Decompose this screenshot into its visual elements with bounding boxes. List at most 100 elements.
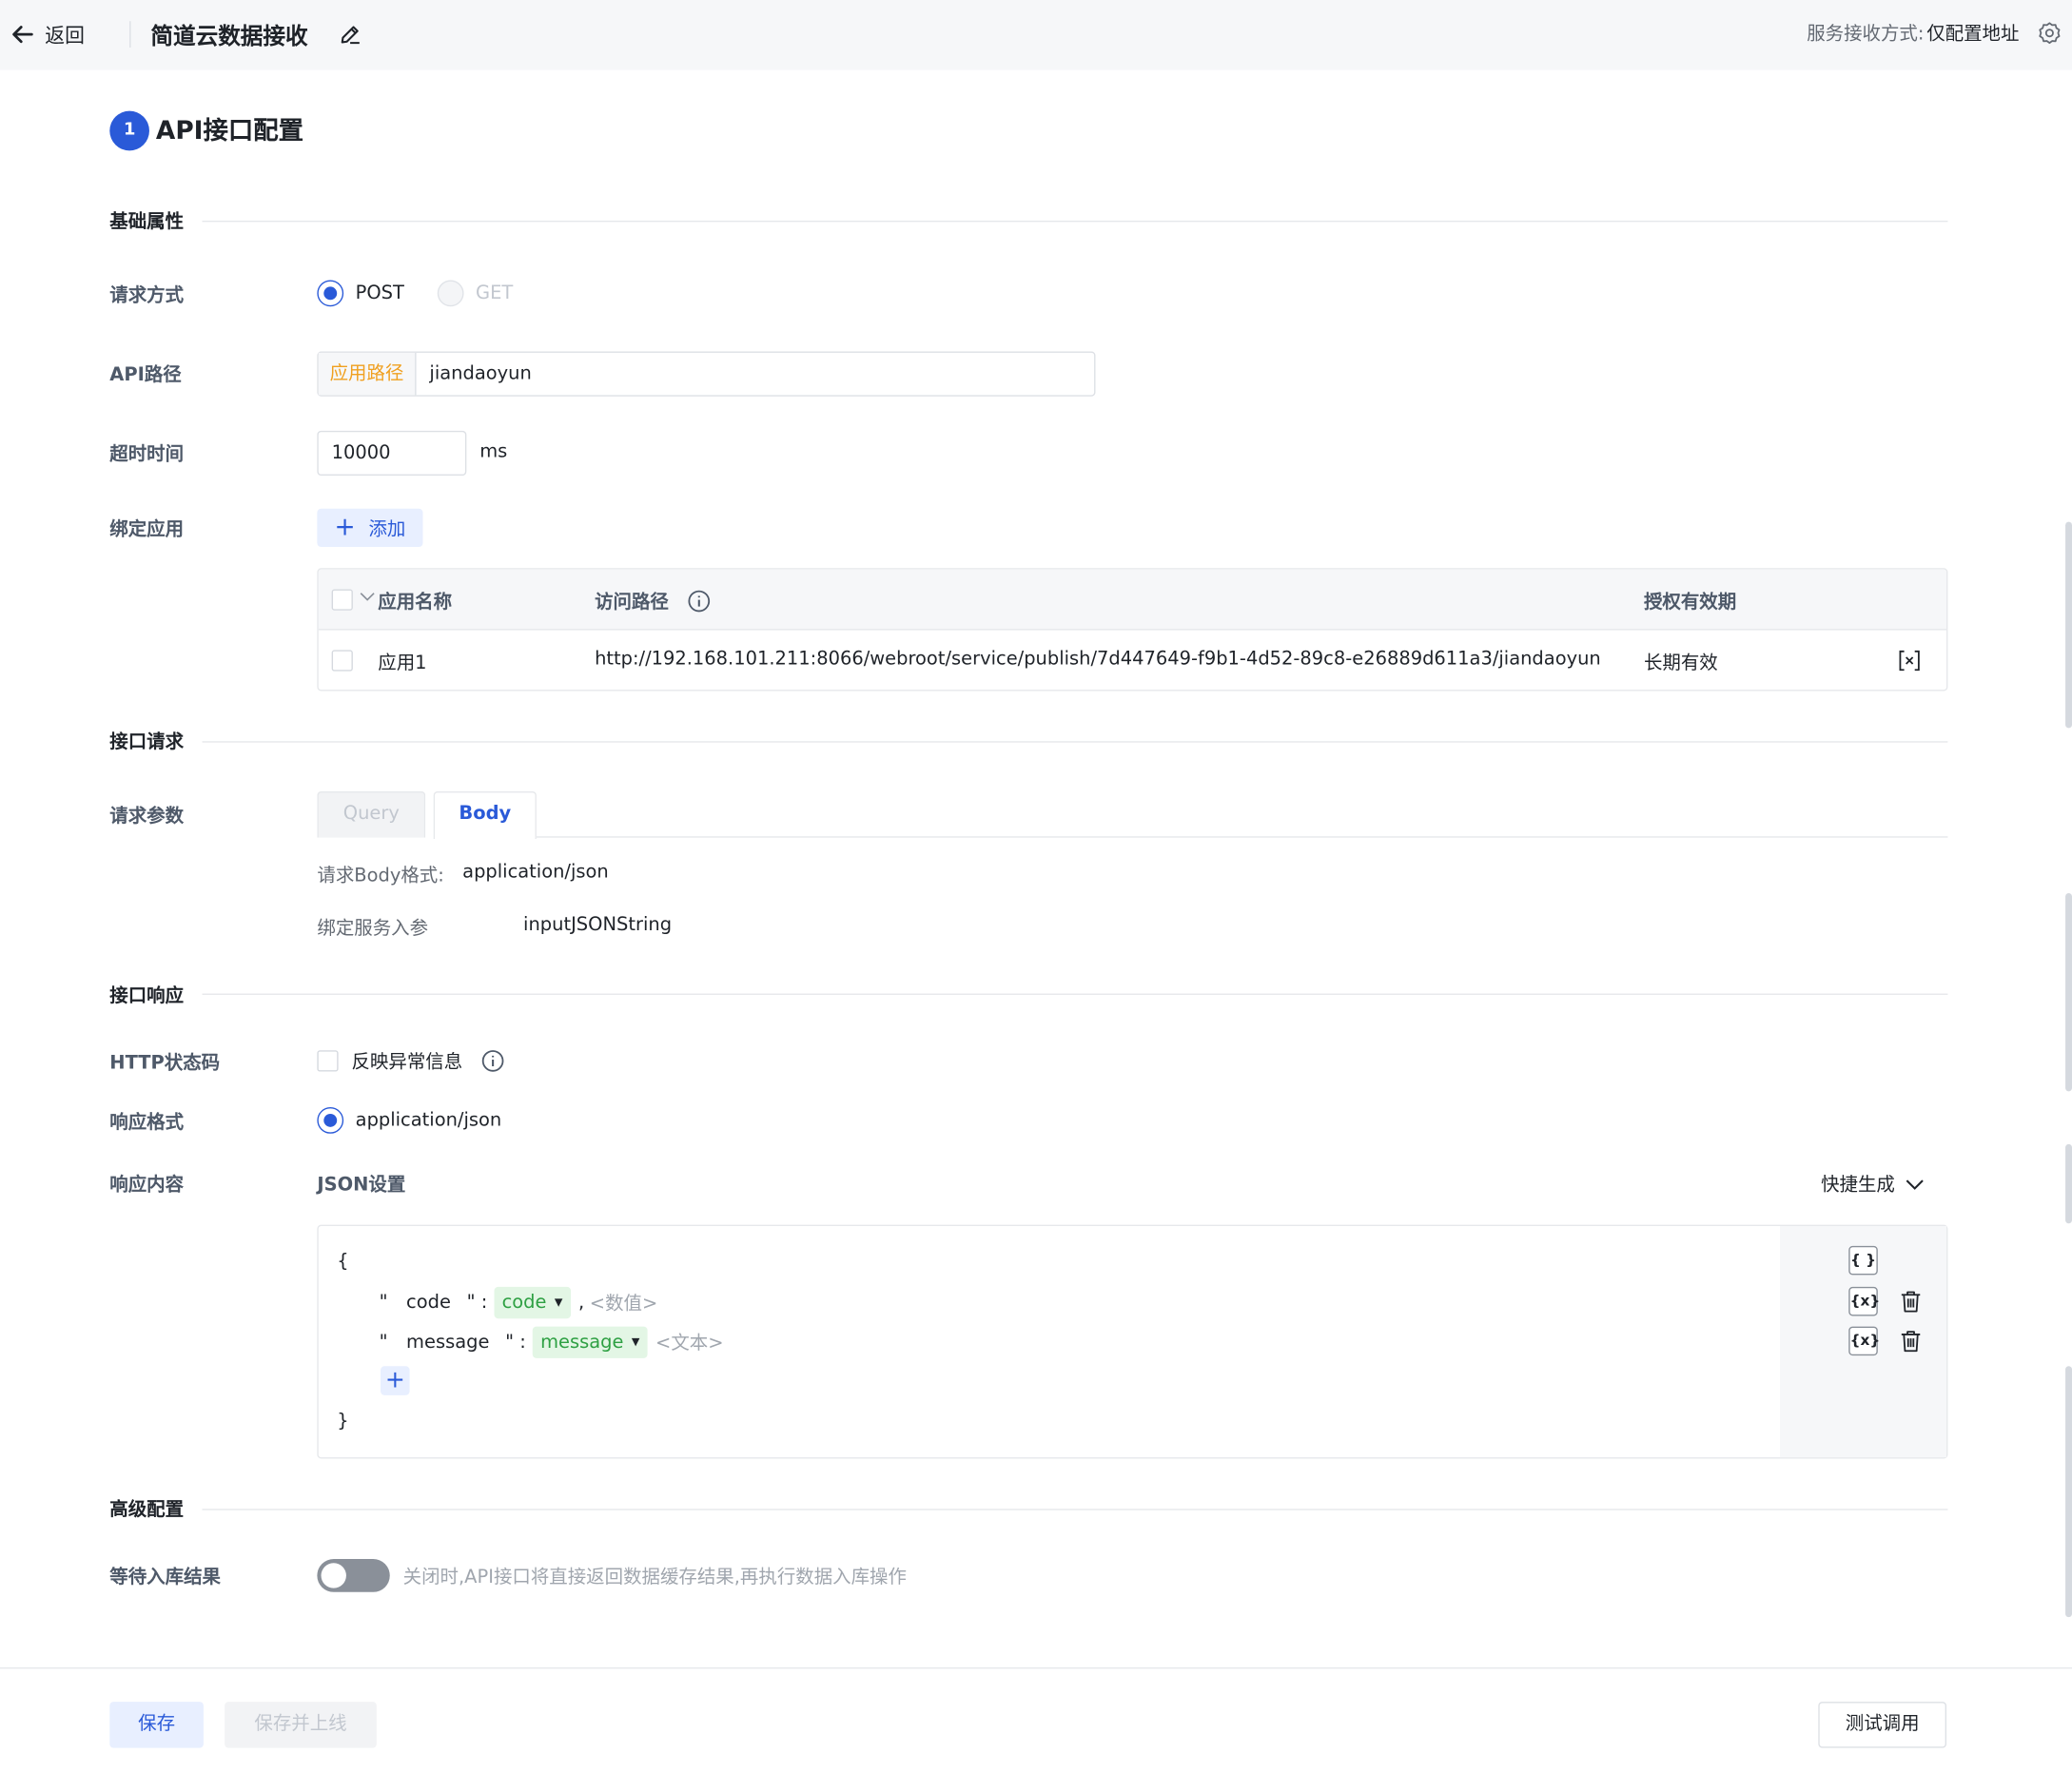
object-brace-button[interactable]: { } (1848, 1245, 1878, 1276)
page-title: 简道云数据接收 (150, 24, 308, 50)
tabs-underline (536, 836, 1948, 838)
json-field-binding-select[interactable]: code ▼ (494, 1286, 571, 1319)
service-mode: 服务接收方式: 仅配置地址 (1807, 20, 2019, 47)
trash-icon[interactable] (1899, 1329, 1923, 1353)
wait-result-toggle[interactable] (317, 1559, 390, 1592)
response-format-label: 响应格式 (109, 1112, 185, 1134)
scrollbar-thumb[interactable] (2065, 1143, 2072, 1224)
step-title: API接口配置 (155, 116, 304, 146)
title-divider (129, 21, 131, 49)
chevron-down-icon[interactable] (360, 592, 376, 602)
json-field-row: " code " : code ▼ , <数值> (379, 1286, 658, 1319)
add-app-label: 添加 (368, 518, 406, 540)
info-icon[interactable] (687, 590, 711, 614)
json-field-binding-select[interactable]: message ▼ (532, 1326, 648, 1358)
save-button[interactable]: 保存 (109, 1702, 204, 1748)
test-call-button[interactable]: 测试调用 (1818, 1702, 1947, 1748)
reflect-error-label: 反映异常信息 (351, 1051, 463, 1073)
json-open-brace: { (337, 1251, 349, 1273)
reflect-error-checkbox[interactable]: 反映异常信息 (317, 1048, 504, 1075)
trash-icon[interactable] (1899, 1290, 1923, 1314)
quote-mark: " (379, 1332, 388, 1354)
bind-app-label: 绑定应用 (109, 518, 185, 541)
body-format-label: 请求Body格式: (317, 865, 444, 887)
column-header-app-name: 应用名称 (378, 592, 453, 614)
row-validity: 长期有效 (1643, 653, 1718, 674)
json-field-row: " message " : message ▼ <文本> (379, 1326, 724, 1358)
gear-icon[interactable] (2038, 21, 2062, 45)
scrollbar-thumb[interactable] (2065, 1366, 2072, 1618)
method-get-label: GET (476, 283, 514, 304)
timeout-input[interactable]: 10000 (317, 430, 467, 477)
column-header-access-path: 访问路径 (595, 592, 669, 614)
method-post-label: POST (355, 283, 404, 304)
caret-down-icon: ▼ (631, 1335, 640, 1348)
step-number-badge: 1 (109, 110, 149, 151)
http-status-label: HTTP状态码 (109, 1053, 221, 1075)
section-basic-title: 基础属性 (109, 211, 185, 233)
arrow-left-icon (12, 26, 33, 44)
select-all-checkbox[interactable] (331, 589, 353, 611)
tab-body[interactable]: Body (433, 791, 537, 840)
checkbox-unchecked-icon (317, 1050, 339, 1072)
section-divider (202, 741, 1948, 743)
api-path-input[interactable]: jiandaoyun (417, 353, 1095, 395)
top-bar: 返回 简道云数据接收 服务接收方式: 仅配置地址 (0, 0, 2072, 70)
method-radio-post[interactable]: POST (317, 280, 404, 307)
timeout-label: 超时时间 (109, 443, 185, 465)
request-method-label: 请求方式 (109, 285, 185, 307)
edit-icon[interactable] (339, 23, 362, 47)
scrollbar-thumb[interactable] (2065, 892, 2072, 1092)
wait-result-description: 关闭时,API接口将直接返回数据缓存结果,再执行数据入库操作 (402, 1567, 907, 1588)
section-request-title: 接口请求 (109, 731, 185, 753)
quote-mark: " (379, 1292, 388, 1314)
json-binding-value: message (540, 1332, 624, 1354)
section-response-title: 接口响应 (109, 985, 185, 1007)
response-content-label: 响应内容 (109, 1174, 185, 1197)
chevron-down-icon (1906, 1179, 1924, 1190)
info-icon[interactable] (481, 1049, 505, 1073)
service-mode-label: 服务接收方式: (1807, 24, 1925, 46)
api-path-prefix: 应用路径 (318, 352, 417, 396)
add-app-button[interactable]: + 添加 (317, 508, 423, 548)
quote-colon: " : (466, 1292, 488, 1314)
wait-result-label: 等待入库结果 (109, 1567, 221, 1588)
radio-checked-icon (317, 280, 344, 307)
save-and-publish-button[interactable]: 保存并上线 (225, 1702, 377, 1748)
section-divider (202, 220, 1948, 223)
variable-button[interactable]: {x} (1848, 1286, 1880, 1316)
bound-apps-table: 应用名称 访问路径 授权有效期 应用1 http://192.168.101.2… (317, 568, 1948, 692)
unbind-icon[interactable] (1898, 649, 1922, 672)
json-settings-title: JSON设置 (317, 1174, 406, 1197)
comma: , (578, 1292, 585, 1314)
row-access-path: http://192.168.101.211:8066/webroot/serv… (595, 649, 1601, 671)
api-path-label: API路径 (109, 364, 182, 386)
section-advanced-title: 高级配置 (109, 1499, 185, 1521)
quick-generate-dropdown[interactable]: 快捷生成 (1821, 1171, 1924, 1198)
format-radio-json[interactable]: application/json (317, 1107, 501, 1134)
json-editor: { " code " : code ▼ , <数值> " message " :… (317, 1224, 1948, 1459)
column-header-validity: 授权有效期 (1643, 592, 1737, 614)
json-type-hint: <数值> (589, 1293, 658, 1315)
section-divider (202, 1509, 1948, 1510)
json-close-brace: } (337, 1411, 349, 1432)
json-field-key[interactable]: code (406, 1292, 451, 1313)
method-radio-get[interactable]: GET (437, 280, 514, 307)
json-type-hint: <文本> (655, 1333, 724, 1354)
format-json-label: application/json (355, 1109, 502, 1132)
caret-down-icon: ▼ (554, 1296, 563, 1309)
row-checkbox[interactable] (331, 650, 353, 672)
radio-unchecked-icon (437, 280, 464, 307)
table-header: 应用名称 访问路径 授权有效期 (318, 569, 1947, 631)
tab-query[interactable]: Query (317, 791, 426, 838)
back-button[interactable]: 返回 (10, 18, 85, 49)
add-json-field-button[interactable]: + (381, 1366, 410, 1395)
timeout-unit: ms (479, 440, 508, 463)
toggle-knob (321, 1563, 346, 1588)
plus-icon: + (334, 512, 356, 542)
variable-button[interactable]: {x} (1848, 1326, 1880, 1356)
bind-param-label: 绑定服务入参 (317, 918, 429, 940)
quick-generate-label: 快捷生成 (1821, 1174, 1895, 1197)
json-field-key[interactable]: message (406, 1332, 489, 1353)
scrollbar-thumb[interactable] (2065, 521, 2072, 729)
